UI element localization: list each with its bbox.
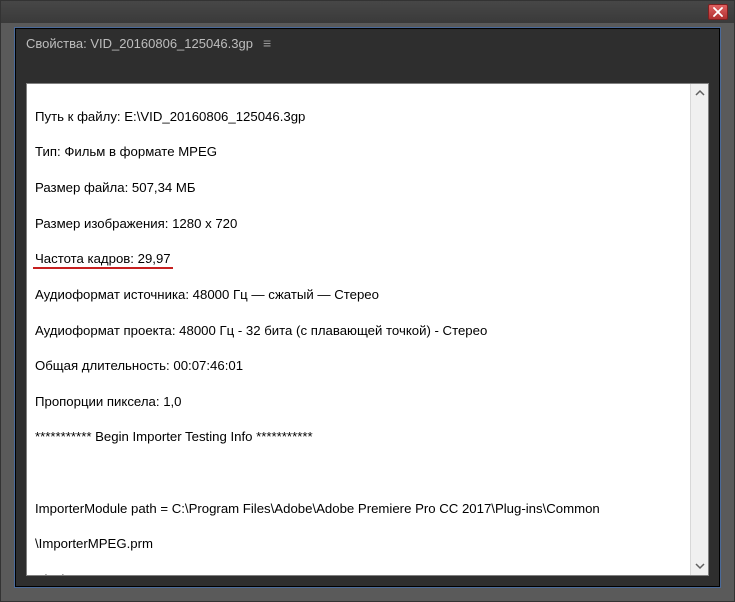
scrollbar-track[interactable] (691, 102, 708, 557)
display-name: DisplayName = ImporterMPEG (35, 571, 680, 575)
scroll-up-button[interactable] (691, 84, 708, 102)
prop-project-audio: Аудиоформат проекта: 48000 Гц - 32 бита … (35, 322, 680, 340)
panel-title: Свойства: VID_20160806_125046.3gp (26, 36, 253, 51)
close-button[interactable] (708, 4, 728, 20)
prop-duration: Общая длительность: 00:07:46:01 (35, 357, 680, 375)
importer-module-path-cont: \ImporterMPEG.prm (35, 535, 680, 553)
begin-importer-info: *********** Begin Importer Testing Info … (35, 428, 680, 446)
scroll-down-button[interactable] (691, 557, 708, 575)
prop-image-size: Размер изображения: 1280 x 720 (35, 215, 680, 233)
blank-line (35, 464, 680, 482)
properties-content-box: Путь к файлу: E:\VID_20160806_125046.3gp… (26, 83, 709, 576)
prop-source-audio: Аудиоформат источника: 48000 Гц — сжатый… (35, 286, 680, 304)
prop-frame-rate: Частота кадров: 29,97 (35, 250, 680, 268)
prop-pixel-aspect: Пропорции пиксела: 1,0 (35, 393, 680, 411)
properties-panel: Свойства: VID_20160806_125046.3gp ≡ Путь… (15, 28, 720, 587)
vertical-scrollbar[interactable] (690, 84, 708, 575)
properties-text: Путь к файлу: E:\VID_20160806_125046.3gp… (27, 84, 690, 575)
prop-type: Тип: Фильм в формате MPEG (35, 143, 680, 161)
chevron-down-icon (695, 562, 705, 570)
chevron-up-icon (695, 89, 705, 97)
close-icon (713, 7, 723, 17)
prop-file-size: Размер файла: 507,34 МБ (35, 179, 680, 197)
os-titlebar (1, 1, 734, 23)
prop-file-path: Путь к файлу: E:\VID_20160806_125046.3gp (35, 108, 680, 126)
outer-window-frame: Свойства: VID_20160806_125046.3gp ≡ Путь… (0, 0, 735, 602)
importer-module-path: ImporterModule path = C:\Program Files\A… (35, 500, 680, 518)
panel-header: Свойства: VID_20160806_125046.3gp ≡ (16, 29, 719, 57)
panel-menu-icon[interactable]: ≡ (263, 35, 272, 51)
